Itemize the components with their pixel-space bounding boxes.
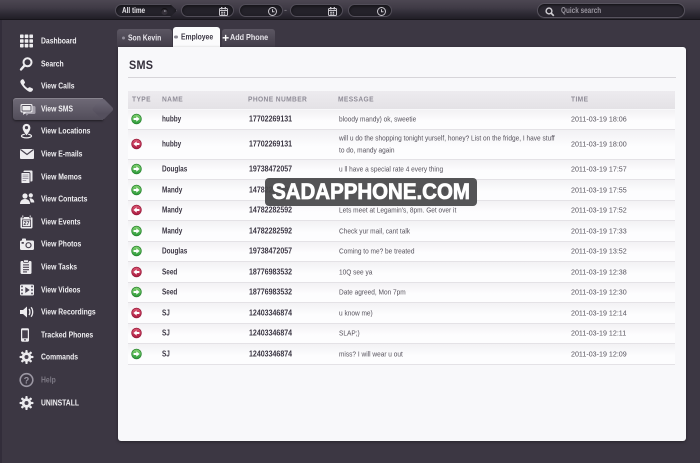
svg-text:?: ? bbox=[24, 376, 30, 386]
svg-text:27: 27 bbox=[24, 221, 30, 227]
